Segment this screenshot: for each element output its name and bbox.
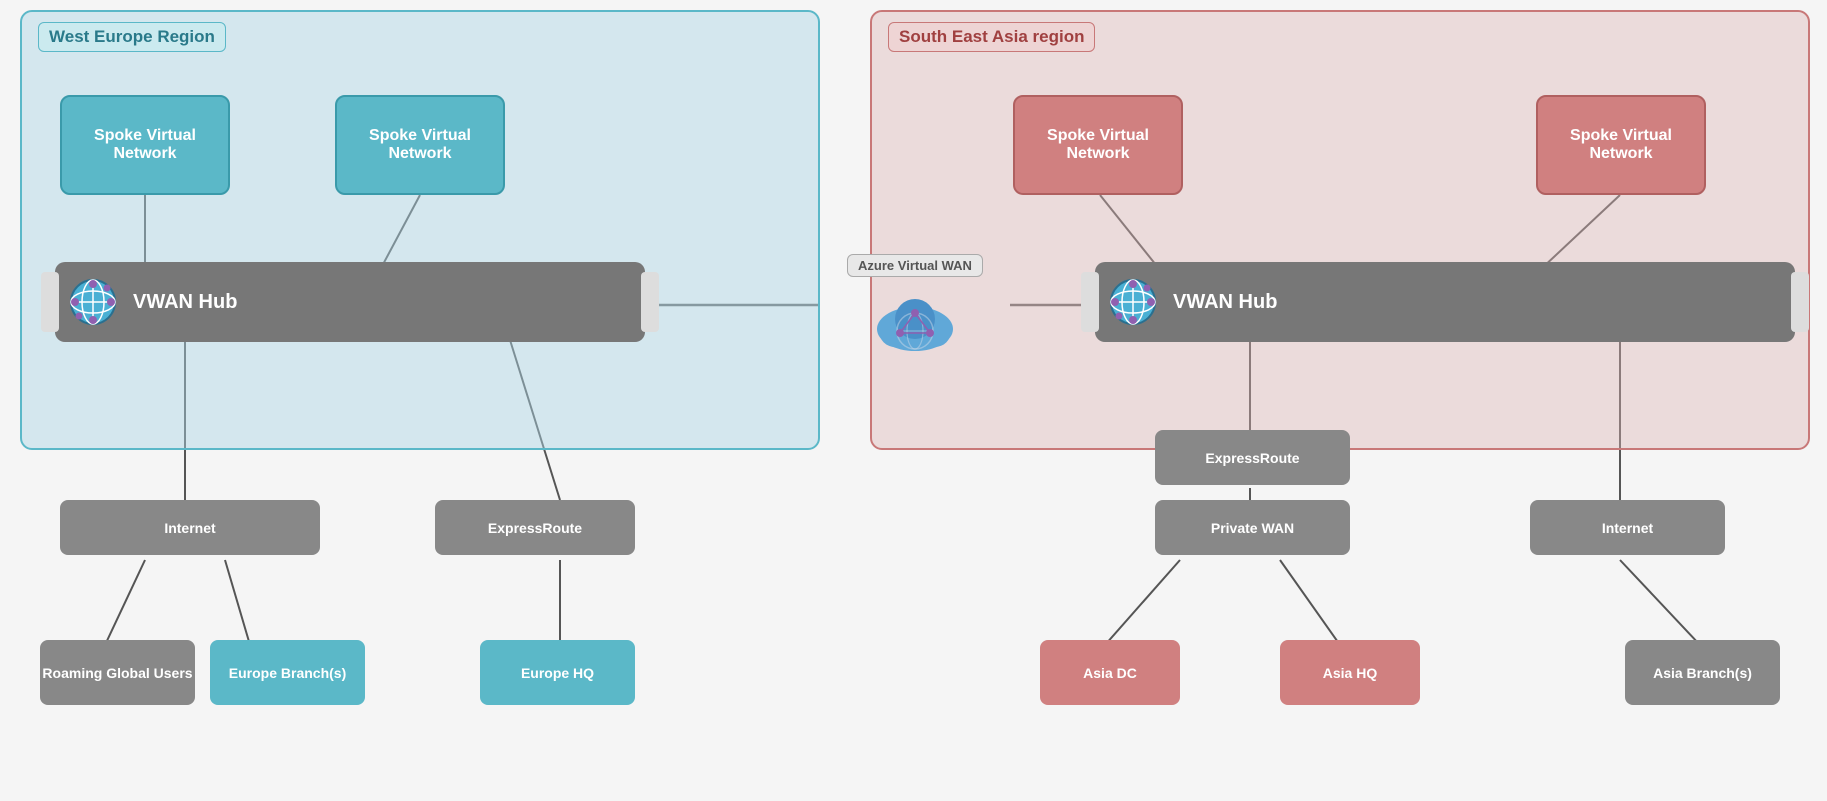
west-hub-label: VWAN Hub [133, 291, 237, 314]
asia-branches-node[interactable]: Asia Branch(s) [1625, 640, 1780, 705]
diagram: West Europe Region South East Asia regio… [0, 0, 1827, 801]
west-internet-connector[interactable]: Internet [60, 500, 320, 555]
asia-spoke-2[interactable]: Spoke Virtual Network [1536, 95, 1706, 195]
hub-right-tab [641, 272, 659, 332]
asia-expressroute-top[interactable]: ExpressRoute [1155, 430, 1350, 485]
asia-vwan-hub[interactable]: VWAN Hub [1095, 262, 1795, 342]
west-region-label: West Europe Region [38, 22, 226, 52]
asia-spoke-1[interactable]: Spoke Virtual Network [1013, 95, 1183, 195]
west-europe-region: West Europe Region [20, 10, 820, 450]
globe-icon-west [65, 274, 121, 330]
asia-private-wan-connector[interactable]: Private WAN [1155, 500, 1350, 555]
asia-region-label: South East Asia region [888, 22, 1095, 52]
west-vwan-hub[interactable]: VWAN Hub [55, 262, 645, 342]
roaming-users-node[interactable]: Roaming Global Users [40, 640, 195, 705]
asia-hub-right-tab [1791, 272, 1809, 332]
west-spoke-1[interactable]: Spoke Virtual Network [60, 95, 230, 195]
azure-wan-label: Azure Virtual WAN [847, 254, 983, 277]
globe-icon-asia [1105, 274, 1161, 330]
europe-hq-node[interactable]: Europe HQ [480, 640, 635, 705]
asia-internet-connector[interactable]: Internet [1530, 500, 1725, 555]
west-spoke-2[interactable]: Spoke Virtual Network [335, 95, 505, 195]
azure-wan: Azure Virtual WAN [820, 245, 1010, 375]
asia-hub-left-tab [1081, 272, 1099, 332]
asia-hq-node[interactable]: Asia HQ [1280, 640, 1420, 705]
asia-region: South East Asia region [870, 10, 1810, 450]
cloud-icon [865, 281, 965, 366]
asia-hub-label: VWAN Hub [1173, 291, 1277, 314]
asia-dc-node[interactable]: Asia DC [1040, 640, 1180, 705]
hub-left-tab [41, 272, 59, 332]
west-expressroute-connector[interactable]: ExpressRoute [435, 500, 635, 555]
europe-branches-node[interactable]: Europe Branch(s) [210, 640, 365, 705]
